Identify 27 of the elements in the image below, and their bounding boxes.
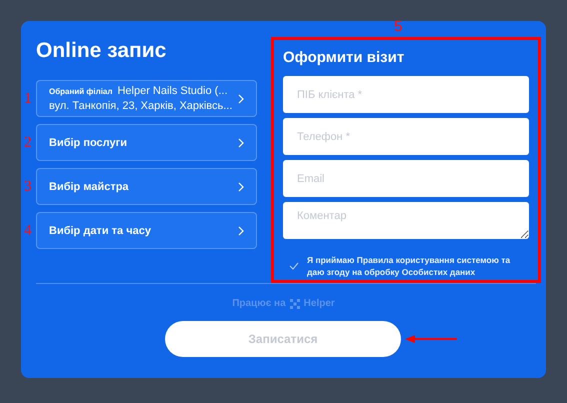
branch-name: Helper Nails Studio (... — [117, 85, 228, 97]
step-label: Вибір майстра — [49, 180, 129, 192]
annotation-number: 5 — [394, 18, 402, 35]
consent-checkbox[interactable] — [289, 261, 299, 271]
annotation-arrow — [405, 335, 457, 343]
chevron-icon — [238, 138, 244, 148]
branch-label: Обраний філіал — [49, 87, 112, 96]
comment-field[interactable]: Коментар — [283, 202, 529, 239]
page-title: Online запис — [36, 38, 168, 64]
consent-text: Я приймаю Правила користування системою та даю згоду на обробку Особистих даних — [307, 254, 512, 278]
chevron-icon — [238, 94, 244, 104]
chevron-icon — [238, 226, 244, 236]
input-field[interactable]: Email — [283, 160, 529, 197]
input-field[interactable]: Телефон * — [283, 118, 529, 155]
annotation-number: 2 — [24, 134, 32, 151]
step-label: Вибір дати та часу — [49, 224, 151, 236]
annotation-number: 3 — [24, 178, 32, 195]
brand-name: Helper — [304, 298, 335, 309]
step-label: Вибір послуги — [49, 136, 127, 148]
branch-address: вул. Танкопія, 23, Харків, Харківсь... — [49, 100, 232, 112]
powered-by-text: Працює на — [232, 298, 286, 309]
logo-icon — [290, 298, 300, 308]
form-title: Оформити візит — [283, 48, 406, 68]
annotation-number: 4 — [24, 222, 32, 239]
input-field[interactable]: ПІБ клієнта * — [283, 76, 529, 113]
annotation-number: 1 — [24, 90, 32, 107]
chevron-icon — [238, 182, 244, 192]
